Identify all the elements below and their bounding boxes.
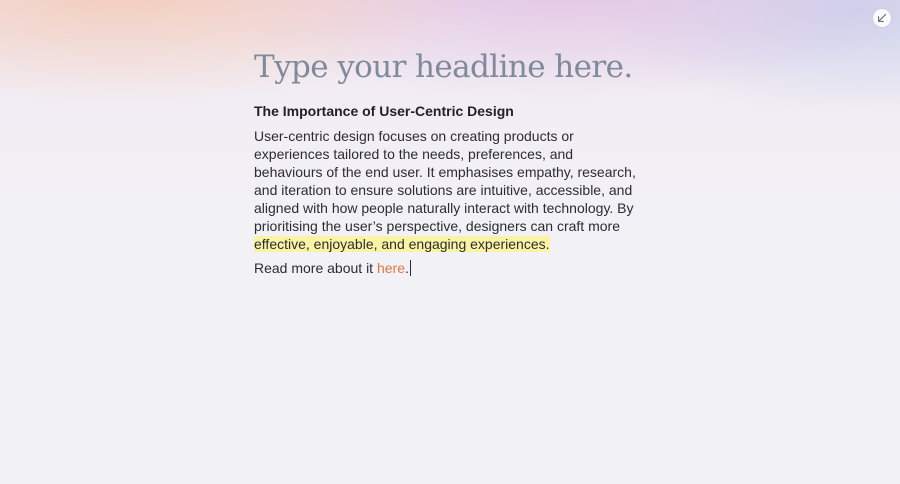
read-more-line[interactable]: Read more about it here. — [254, 259, 644, 277]
read-more-prefix: Read more about it — [254, 260, 377, 276]
arrow-down-left-icon — [878, 14, 886, 22]
read-more-suffix: . — [405, 260, 409, 276]
document-editor[interactable]: Type your headline here. The Importance … — [254, 46, 644, 277]
paragraph-text: User-centric design focuses on creating … — [254, 128, 636, 234]
highlighted-text: effective, enjoyable, and engaging exper… — [254, 236, 550, 252]
headline[interactable]: Type your headline here. — [254, 46, 644, 88]
text-cursor — [409, 260, 411, 276]
subheading[interactable]: The Importance of User-Centric Design — [254, 101, 644, 121]
body-paragraph[interactable]: User-centric design focuses on creating … — [254, 127, 644, 253]
read-more-link[interactable]: here — [377, 260, 405, 276]
collapse-button[interactable] — [873, 9, 891, 27]
